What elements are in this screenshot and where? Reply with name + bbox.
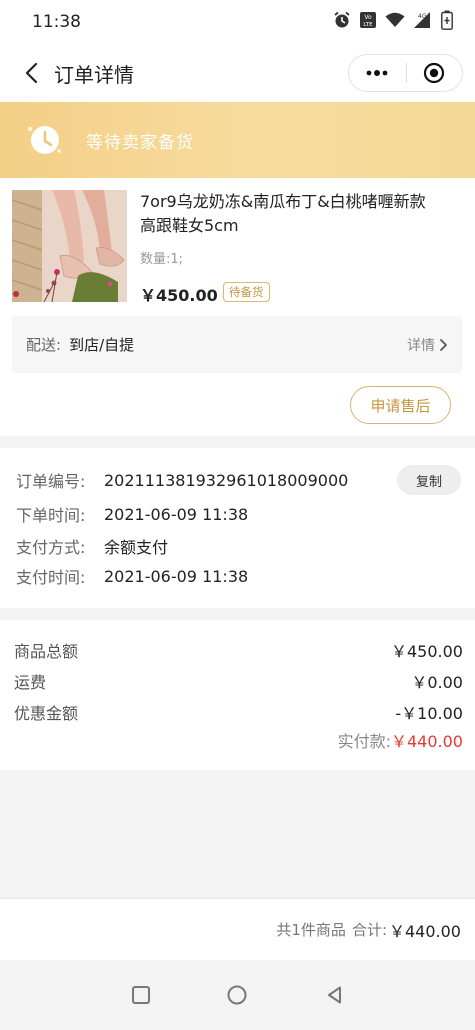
payment-time-value: 2021-06-09 11:38 [104, 566, 249, 586]
payment-method-value: 余额支付 [104, 538, 169, 557]
recent-apps-button[interactable] [128, 982, 154, 1008]
paid-amount-row: 实付款: ￥440.00 [338, 728, 463, 752]
order-number-row: 订单编号: 2021113819329610180090​00 [16, 465, 348, 495]
order-number-label: 订单编号: [16, 472, 86, 491]
goods-total-value: ￥450.00 [391, 642, 463, 661]
product-title[interactable]: 7or9乌龙奶冻&南瓜布丁&白桃啫喱新款高跟鞋女5cm [140, 190, 440, 238]
delivery-detail-label: 详情 [407, 337, 435, 354]
product-price: ￥450.00 [140, 286, 218, 305]
clock-icon [27, 126, 61, 154]
goods-total-row: 商品总额 ￥450.00 [14, 635, 463, 665]
item-count: 共1件商品 [276, 921, 346, 939]
bottom-summary-bar: 共1件商品 合计: ￥440.00 [0, 898, 475, 960]
amount-summary: 商品总额 ￥450.00 运费 ￥0.00 优惠金额 -￥10.00 实付款: … [0, 620, 475, 770]
alarm-icon [333, 11, 351, 33]
nav-bar: 订单详情 [0, 44, 475, 102]
discount-row: 优惠金额 -￥10.00 [14, 697, 463, 727]
payment-time-row: 支付时间: 2021-06-09 11:38 [16, 561, 248, 591]
product-card: 7or9乌龙奶冻&南瓜布丁&白桃啫喱新款高跟鞋女5cm 数量:1; ￥450.0… [0, 178, 475, 436]
copy-button[interactable]: 复制 [397, 465, 461, 495]
status-bar: 11:38 Vo LTE 4G [0, 0, 475, 44]
square-icon [132, 986, 150, 1004]
shipping-fee-row: 运费 ￥0.00 [14, 666, 463, 696]
mini-program-capsule [348, 54, 463, 92]
discount-value: -￥10.00 [395, 704, 463, 723]
home-button[interactable] [224, 982, 250, 1008]
system-navigation-bar [0, 960, 475, 1030]
wifi-icon [385, 12, 405, 32]
delivery-label: 配送: [26, 336, 62, 354]
payment-method-row: 支付方式: 余额支付 [16, 531, 168, 561]
shipping-fee-value: ￥0.00 [411, 673, 463, 692]
network-type: 4G [418, 13, 427, 20]
delivery-detail-link[interactable]: 详情 [407, 335, 448, 355]
chevron-right-icon [440, 338, 447, 351]
more-dots-icon [366, 70, 388, 76]
order-status-text: 等待卖家备货 [86, 132, 194, 153]
svg-text:Vo: Vo [364, 14, 372, 21]
battery-icon [441, 10, 453, 34]
status-badge: 待备货 [223, 282, 270, 302]
order-info-section: 订单编号: 2021113819329610180090​00 复制 下单时间:… [0, 448, 475, 608]
shipping-fee-label: 运费 [14, 673, 47, 692]
chevron-left-icon [25, 62, 38, 84]
back-button[interactable] [12, 53, 52, 93]
order-time-value: 2021-06-09 11:38 [104, 504, 249, 524]
order-number-value: 2021113819329610180090​00 [104, 470, 349, 490]
circle-icon [227, 985, 247, 1005]
signal-icon: 4G [413, 11, 433, 33]
order-time-row: 下单时间: 2021-06-09 11:38 [16, 499, 248, 529]
close-button[interactable] [406, 55, 462, 91]
apply-aftersale-button[interactable]: 申请售后 [350, 386, 451, 424]
paid-amount-value: ￥440.00 [391, 732, 463, 751]
goods-total-label: 商品总额 [14, 642, 79, 661]
product-quantity: 数量:1; [140, 252, 184, 267]
order-status-banner: 等待卖家备货 [0, 102, 475, 178]
more-button[interactable] [349, 55, 406, 91]
status-icons: Vo LTE 4G [333, 10, 453, 34]
total-value: ￥440.00 [389, 921, 461, 941]
payment-method-label: 支付方式: [16, 538, 86, 557]
target-close-icon [424, 62, 445, 84]
system-back-button[interactable] [322, 982, 348, 1008]
payment-time-label: 支付时间: [16, 568, 86, 587]
volte-icon: Vo LTE [359, 11, 377, 33]
paid-amount-label: 实付款: [337, 732, 391, 751]
status-time: 11:38 [32, 12, 81, 32]
delivery-value: 到店/自提 [69, 336, 135, 354]
page-title: 订单详情 [54, 62, 134, 87]
total-label: 合计: [351, 921, 387, 939]
discount-label: 优惠金额 [14, 704, 79, 723]
svg-text:LTE: LTE [363, 22, 373, 28]
product-image[interactable] [12, 190, 127, 302]
delivery-row[interactable]: 配送: 到店/自提 详情 [12, 316, 462, 373]
order-time-label: 下单时间: [16, 506, 86, 525]
triangle-back-icon [328, 986, 341, 1004]
